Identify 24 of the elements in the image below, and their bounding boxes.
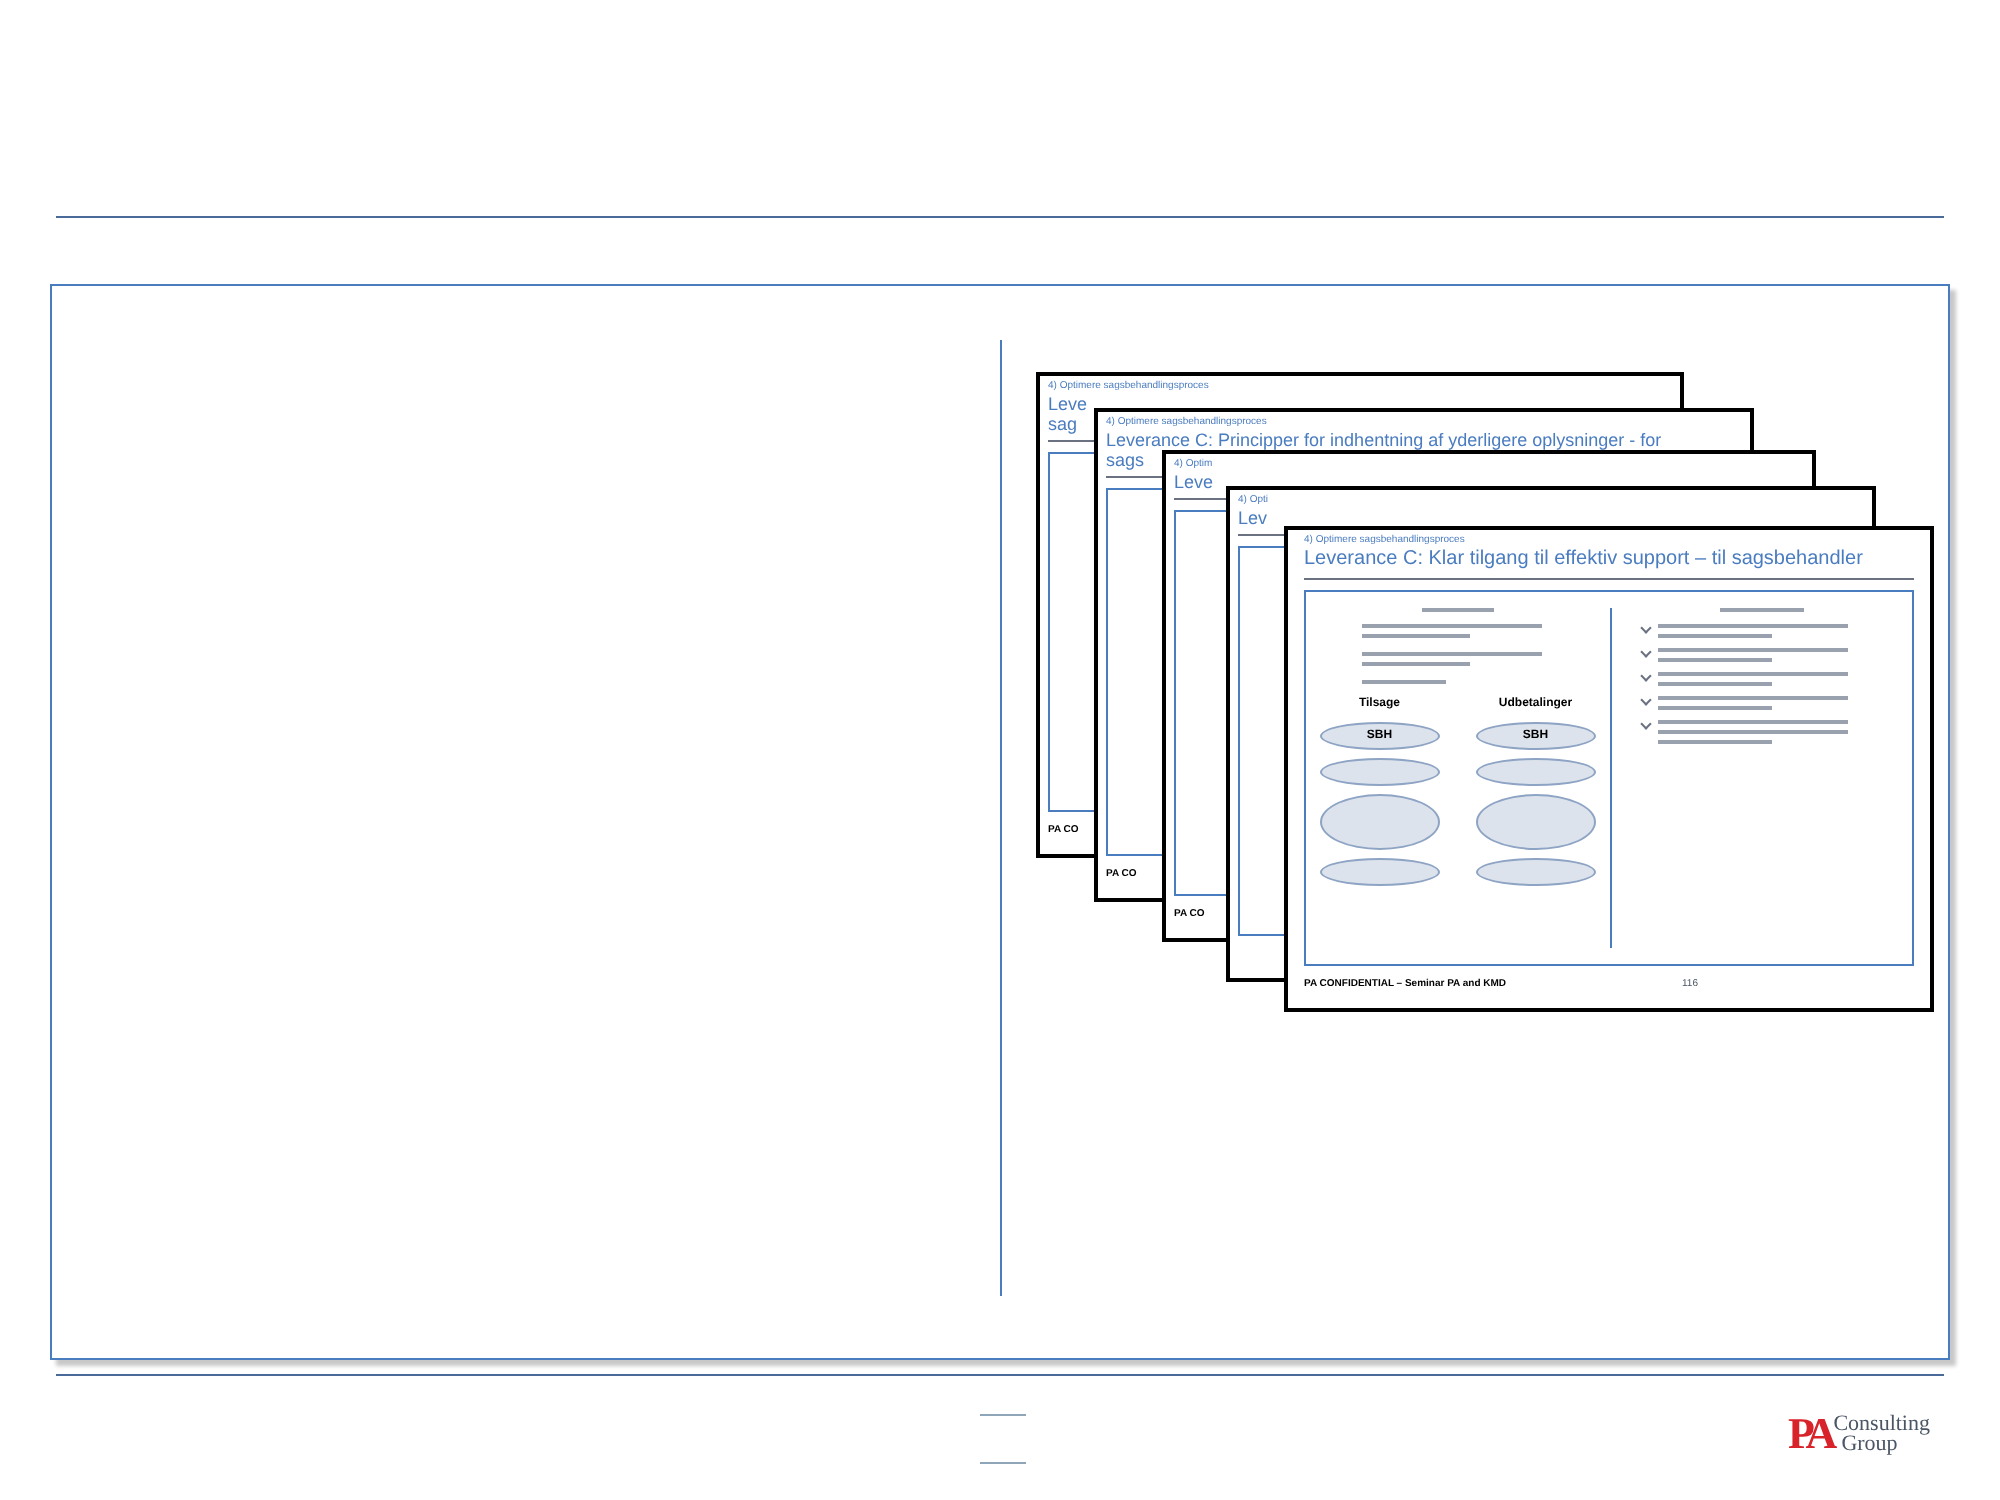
illegible-text-line: [1658, 706, 1773, 710]
slide-title: sag: [1048, 414, 1078, 434]
slide-title: Lev: [1238, 508, 1268, 528]
flow-node: [1319, 858, 1440, 886]
logo-mark: PA: [1788, 1412, 1832, 1456]
illegible-text-line: [1658, 658, 1773, 662]
slide-title: Leve: [1174, 472, 1214, 492]
slide-title: sags: [1106, 450, 1145, 470]
illegible-text-line: [1719, 608, 1804, 612]
illegible-text-line: [1658, 634, 1773, 638]
flow-node: [1319, 758, 1440, 786]
slide-title: Leverance C: Principper for indhentning af yderligere oplysninger - for: [1106, 430, 1662, 450]
logo-text: Consulting: [1833, 1414, 1930, 1434]
illegible-text-line: [1421, 608, 1494, 612]
illegible-text-line: [1658, 740, 1773, 744]
logo-text: Group: [1841, 1434, 1898, 1454]
flow-node: [1475, 858, 1596, 886]
slide-title: Leve: [1048, 394, 1088, 414]
slide-title: Leverance C: Klar tilgang til effektiv support – til sagsbehandler: [1304, 548, 1863, 572]
flow-node: [1475, 758, 1596, 786]
illegible-text-line: [1362, 634, 1470, 638]
illegible-text-line: [1362, 662, 1470, 666]
illegible-text-line: [1658, 682, 1773, 686]
illegible-text-line: [1362, 680, 1446, 684]
